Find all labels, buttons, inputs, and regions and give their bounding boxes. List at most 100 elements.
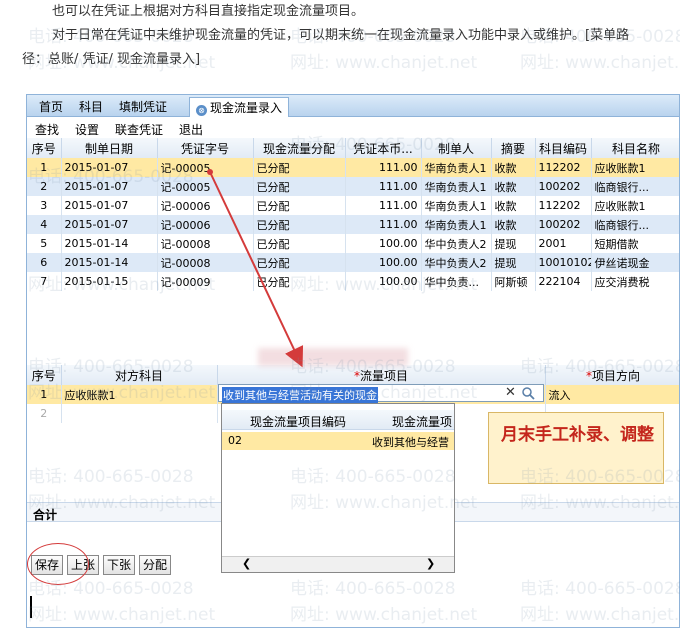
col-header[interactable]: 序号 (27, 365, 62, 385)
search-icon[interactable] (521, 386, 535, 400)
menu-settings[interactable]: 设置 (75, 121, 99, 138)
dropdown-option[interactable]: 02 收到其他与经营 (222, 432, 454, 450)
summary-cell: 提现 (491, 234, 536, 253)
flow-item-input-value[interactable]: 收到其他与经营活动有关的现金 (222, 387, 378, 403)
summary-cell: 收款 (491, 196, 536, 215)
table-row[interactable]: 2 2015-01-07 记-00005 已分配 111.00 华南负责人1 收款 10020… (27, 177, 679, 196)
table-row[interactable]: 3 2015-01-07 记-00006 已分配 111.00 华南负责人1 收款 11220… (27, 196, 679, 215)
account-code-cell: 112202 (535, 158, 592, 177)
annotation-note-text: 月末手工补录、调整 (501, 425, 654, 445)
table-row[interactable]: 4 2015-01-07 记-00006 已分配 111.00 华南负责人1 收款 10020… (27, 215, 679, 234)
counter-account-cell[interactable]: 应收账款1 (61, 385, 218, 404)
maker-cell: 华南负责人1 (421, 158, 492, 177)
voucher-grid-header: 序号 制单日期 凭证字号 现金流量分配 凭证本币... 制单人 摘要 科目编码 … (27, 138, 679, 158)
maker-cell: 华中负责人2 (421, 234, 492, 253)
clear-icon[interactable]: ✕ (505, 385, 516, 400)
date-cell: 2015-01-07 (61, 196, 158, 215)
account-name-cell: 应交消费税 (591, 272, 679, 291)
account-name-cell: 短期借款 (591, 234, 679, 253)
option-name: 收到其他与经营 (372, 436, 449, 449)
table-row[interactable]: 6 2015-01-14 记-00008 已分配 100.00 华中负责人2 提现 10010… (27, 253, 679, 272)
amount-cell: 111.00 (345, 196, 422, 215)
allocate-button[interactable]: 分配 (139, 555, 171, 575)
summary-cell: 收款 (491, 215, 536, 234)
account-name-cell: 临商银行... (591, 177, 679, 196)
account-code-cell: 10010102 (535, 253, 592, 272)
summary-cell: 提现 (491, 253, 536, 272)
date-cell: 2015-01-15 (61, 272, 158, 291)
voucher-no-cell: 记-00005 (157, 158, 254, 177)
voucher-no-cell: 记-00006 (157, 215, 254, 234)
col-header[interactable]: 凭证字号 (157, 138, 254, 158)
maker-cell: 华中负责... (421, 272, 492, 291)
annotation-note: 月末手工补录、调整 (488, 412, 664, 484)
table-row[interactable]: 5 2015-01-14 记-00008 已分配 100.00 华中负责人2 提现 2001 短… (27, 234, 679, 253)
tab-cash-flow-entry[interactable]: ⊗ 现金流量录入 (189, 97, 290, 117)
col-header[interactable]: 现金流量分配 (253, 138, 346, 158)
amount-cell: 100.00 (345, 234, 422, 253)
account-name-cell: 应收账款1 (591, 158, 679, 177)
menu-find[interactable]: 查找 (35, 121, 59, 138)
row-no: 2 (27, 404, 62, 423)
allocation-cell: 已分配 (253, 158, 346, 177)
account-code-cell: 2001 (535, 234, 592, 253)
table-row[interactable]: 1 2015-01-07 记-00005 已分配 111.00 华南负责人1 收款 11220… (27, 158, 679, 177)
col-header[interactable]: 序号 (27, 138, 62, 158)
tab-accounts[interactable]: 科目 (73, 97, 109, 117)
account-code-cell: 100202 (535, 177, 592, 196)
text-cursor (30, 596, 32, 618)
dropdown-scrollbar[interactable]: ❮ ❯ (222, 556, 454, 572)
scroll-left-icon[interactable]: ❮ (242, 557, 251, 570)
blurred-region (258, 348, 408, 366)
amount-cell: 100.00 (345, 272, 422, 291)
date-cell: 2015-01-07 (61, 177, 158, 196)
menu-view-voucher[interactable]: 联查凭证 (115, 121, 163, 138)
intro-line-1: 也可以在凭证上根据对方科目直接指定现金流量项目。 (52, 4, 365, 19)
flow-item-input[interactable]: 收到其他与经营活动有关的现金 ✕ (218, 384, 544, 403)
tab-fill-voucher[interactable]: 填制凭证 (113, 97, 173, 117)
col-header[interactable]: 对方科目 (61, 365, 218, 385)
option-code: 02 (228, 434, 242, 447)
summary-cell: 阿斯顿 (491, 272, 536, 291)
date-cell: 2015-01-07 (61, 215, 158, 234)
menu-exit[interactable]: 退出 (179, 121, 203, 138)
counter-account-cell[interactable] (61, 404, 218, 423)
scroll-right-icon[interactable]: ❯ (426, 557, 435, 570)
row-no: 6 (27, 253, 62, 272)
tab-home[interactable]: 首页 (33, 97, 69, 117)
account-name-cell: 应收账款1 (591, 196, 679, 215)
col-header[interactable]: 凭证本币... (345, 138, 422, 158)
col-header[interactable]: 制单人 (421, 138, 492, 158)
summary-cell: 收款 (491, 177, 536, 196)
row-no: 1 (27, 158, 62, 177)
col-header[interactable]: 制单日期 (61, 138, 158, 158)
voucher-no-cell: 记-00005 (157, 177, 254, 196)
dropdown-col-code: 现金流量项目编码 (250, 415, 347, 429)
row-no: 1 (27, 385, 62, 404)
intro-text: 也可以在凭证上根据对方科目直接指定现金流量项目。 对于日常在凭证中未维护现金流量… (0, 0, 680, 72)
table-row[interactable]: 7 2015-01-15 记-00009 已分配 100.00 华中负责... 阿斯顿 222… (27, 272, 679, 291)
voucher-no-cell: 记-00008 (157, 253, 254, 272)
allocation-cell: 已分配 (253, 215, 346, 234)
col-header[interactable]: *项目方向 (545, 365, 679, 385)
allocation-cell: 已分配 (253, 272, 346, 291)
row-no: 4 (27, 215, 62, 234)
dropdown-col-name: 现金流量项 (392, 415, 453, 429)
col-header[interactable]: 科目名称 (591, 138, 679, 158)
col-header[interactable]: 科目编码 (535, 138, 592, 158)
cash-flow-grid-header: 序号 对方科目 *流量项目 *项目方向 (27, 365, 679, 385)
dropdown-header: 现金流量项目编码 现金流量项 (222, 410, 454, 430)
summary-cell: 收款 (491, 158, 536, 177)
allocation-cell: 已分配 (253, 196, 346, 215)
voucher-grid: 序号 制单日期 凭证字号 现金流量分配 凭证本币... 制单人 摘要 科目编码 … (27, 138, 679, 291)
account-name-cell: 伊丝诺现金 (591, 253, 679, 272)
col-header[interactable]: 摘要 (491, 138, 536, 158)
row-no: 3 (27, 196, 62, 215)
col-header[interactable]: *流量项目 (217, 365, 546, 385)
close-tab-icon[interactable]: ⊗ (196, 105, 207, 116)
amount-cell: 111.00 (345, 177, 422, 196)
account-code-cell: 112202 (535, 196, 592, 215)
account-name-cell: 临商银行... (591, 215, 679, 234)
next-button[interactable]: 下张 (103, 555, 135, 575)
direction-cell[interactable]: 流入 (545, 385, 679, 404)
